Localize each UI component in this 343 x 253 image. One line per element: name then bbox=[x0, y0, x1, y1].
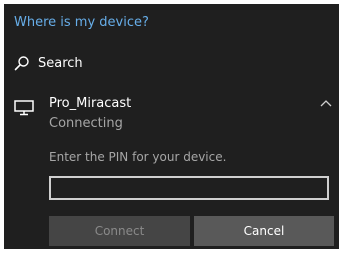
device-connect-panel: Where is my device? Search Pro_Miracast … bbox=[4, 4, 339, 249]
device-status: Connecting bbox=[49, 116, 123, 131]
connect-button[interactable]: Connect bbox=[49, 216, 190, 246]
device-name: Pro_Miracast bbox=[49, 96, 132, 111]
device-item-pro-miracast[interactable]: Pro_Miracast Connecting bbox=[14, 96, 332, 136]
search-button[interactable]: Search bbox=[14, 55, 83, 71]
search-icon bbox=[14, 56, 29, 71]
search-label: Search bbox=[38, 55, 83, 71]
monitor-icon bbox=[14, 100, 34, 116]
pin-prompt: Enter the PIN for your device. bbox=[49, 150, 227, 164]
where-is-my-device-link[interactable]: Where is my device? bbox=[14, 15, 149, 30]
cancel-button[interactable]: Cancel bbox=[194, 216, 334, 246]
pin-input[interactable] bbox=[49, 176, 329, 200]
chevron-up-icon[interactable] bbox=[320, 99, 332, 107]
